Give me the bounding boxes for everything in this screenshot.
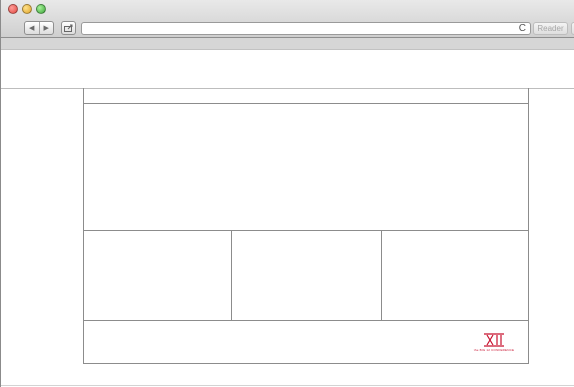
minimize-window-button[interactable]: [22, 4, 32, 14]
reader-button[interactable]: Reader: [533, 22, 568, 35]
page-wireframe: [83, 88, 529, 364]
big-12-logo[interactable]: the BIG 12 CONFERENCE: [471, 332, 517, 356]
browser-window: ◀ ▶ C Reader the BIG 12 CONFERENCE: [0, 0, 574, 387]
column-divider-2: [381, 230, 382, 320]
address-bar[interactable]: C: [81, 22, 531, 35]
zoom-window-button[interactable]: [36, 4, 46, 14]
share-button[interactable]: [61, 21, 76, 35]
navigation-buttons: ◀ ▶: [24, 21, 54, 35]
logo-mark-icon: [484, 333, 504, 347]
forward-icon: ▶: [43, 24, 49, 32]
hero-bottom-divider: [83, 230, 529, 231]
share-icon: [64, 24, 73, 32]
back-icon: ◀: [29, 24, 35, 32]
page-bottom-divider: [1, 385, 574, 386]
browser-toolbar: ◀ ▶ C Reader: [1, 0, 574, 38]
nav-row-divider: [83, 103, 529, 104]
reload-button[interactable]: C: [519, 22, 526, 35]
back-button[interactable]: ◀: [25, 22, 39, 34]
logo-wordmark: the BIG 12 CONFERENCE: [473, 348, 515, 352]
close-window-button[interactable]: [8, 4, 18, 14]
footer-top-divider: [83, 320, 529, 321]
forward-button[interactable]: ▶: [38, 22, 54, 34]
bookmarks-bar: [1, 38, 574, 50]
column-divider-1: [231, 230, 232, 320]
